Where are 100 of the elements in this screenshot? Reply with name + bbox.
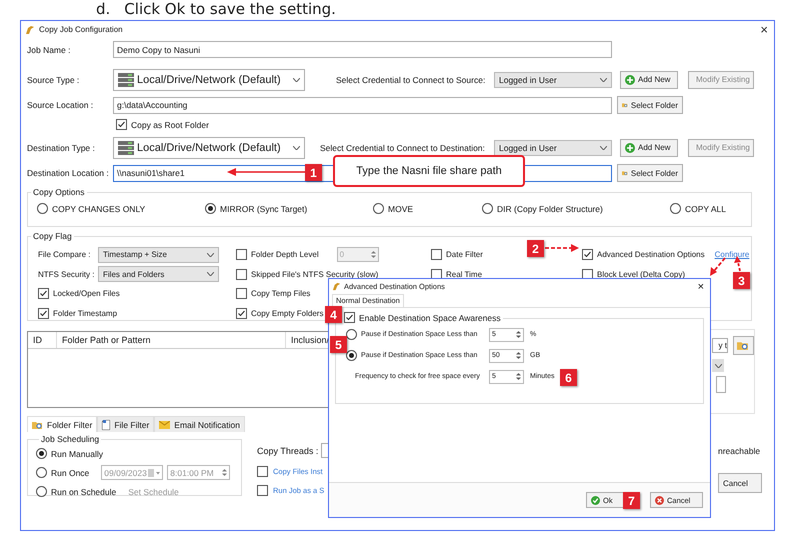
radio-button[interactable] xyxy=(205,203,216,214)
cancel-button[interactable]: Cancel xyxy=(718,473,762,493)
checkbox[interactable] xyxy=(236,288,247,300)
instruction-text: Click Ok to save the setting. xyxy=(124,0,336,20)
text-field[interactable]: y t xyxy=(712,338,728,353)
radio-button[interactable] xyxy=(36,467,47,478)
type-dropdown[interactable]: Local/Drive/Network (Default) xyxy=(113,136,305,158)
tab[interactable]: File Filter xyxy=(97,416,154,432)
radio-button[interactable] xyxy=(482,203,493,214)
app-icon xyxy=(25,24,35,34)
checkbox[interactable] xyxy=(236,249,247,260)
callout-box: Type the Nasni file share path xyxy=(333,155,525,187)
spinner-arrows-icon xyxy=(516,351,521,360)
credential-dropdown[interactable]: Logged in User xyxy=(494,72,612,88)
close-button[interactable]: × xyxy=(698,280,704,292)
chevron-icon xyxy=(293,78,300,82)
checkbox[interactable] xyxy=(38,288,49,300)
dropdown[interactable]: Files and Folders xyxy=(98,266,219,282)
select-folder-button[interactable]: Select Folder xyxy=(617,96,683,114)
radio-button[interactable] xyxy=(346,329,357,340)
checkbox-label: Enable Destination Space Awareness xyxy=(359,312,501,322)
type-dropdown[interactable]: Local/Drive/Network (Default) xyxy=(113,68,305,90)
tab[interactable]: Email Notification xyxy=(154,416,245,432)
radio-label: DIR (Copy Folder Structure) xyxy=(497,204,603,214)
radio-label: Run Manually xyxy=(51,448,103,458)
radio-button[interactable] xyxy=(36,448,47,459)
configure-link[interactable]: Configure xyxy=(714,250,750,260)
checkbox[interactable] xyxy=(257,466,268,477)
checkbox[interactable] xyxy=(257,485,268,496)
credential-label: Select Credential to Connect to Source: xyxy=(336,74,486,84)
close-button[interactable]: × xyxy=(760,22,768,37)
plus-icon xyxy=(625,142,635,152)
spinner-arrows-icon xyxy=(516,330,521,339)
add-new-button[interactable]: Add New xyxy=(620,138,678,156)
checkbox-label: Copy Temp Files xyxy=(251,289,310,298)
radio-label: Run Once xyxy=(51,468,90,478)
envelope-icon xyxy=(159,420,170,428)
radio-button[interactable] xyxy=(373,203,384,214)
server-icon xyxy=(118,140,134,154)
checkbox[interactable] xyxy=(431,268,442,280)
checkbox-label: Date Filter xyxy=(446,250,483,260)
folder-search-icon xyxy=(32,420,43,430)
folder-search-icon xyxy=(737,340,749,351)
chevron-icon xyxy=(714,364,722,368)
radio-label: MIRROR (Sync Target) xyxy=(220,204,308,214)
group-title: Job Scheduling xyxy=(40,434,100,444)
checkbox[interactable] xyxy=(582,249,593,260)
step-badge: 2 xyxy=(527,240,544,257)
checkbox-label: Folder Depth Level xyxy=(251,250,319,260)
checkbox-label: Folder Timestamp xyxy=(53,308,118,318)
chevron-icon xyxy=(293,146,300,150)
radio-button[interactable] xyxy=(37,203,48,214)
checkbox-label: Real Time xyxy=(446,270,482,279)
checkbox[interactable] xyxy=(431,249,442,260)
checkbox[interactable] xyxy=(582,268,593,280)
field-label: NTFS Security : xyxy=(38,270,94,279)
checkbox[interactable] xyxy=(38,308,49,319)
step-badge: 1 xyxy=(305,164,322,181)
job-name-field[interactable]: Demo Copy to Nasuni xyxy=(113,41,612,58)
field-label: Destination Location : xyxy=(27,168,110,178)
radio-button[interactable] xyxy=(346,350,357,361)
spinner-arrows-icon xyxy=(516,372,521,381)
radio-label: Run on Schedule xyxy=(51,486,116,496)
field-label: File Compare : xyxy=(38,250,92,260)
tab[interactable]: Folder Filter xyxy=(27,416,98,432)
checkbox[interactable] xyxy=(344,312,355,323)
location-field[interactable]: g:\data\Accounting xyxy=(113,96,612,114)
checkbox-label: Copy Empty Folders xyxy=(251,308,324,318)
group-title: Copy Flag xyxy=(32,231,73,241)
column-header: Folder Path or Pattern xyxy=(57,332,286,348)
chevron-icon xyxy=(600,146,607,150)
file-icon xyxy=(102,420,110,430)
calendar-icon xyxy=(148,468,160,476)
dropdown[interactable]: Timestamp + Size xyxy=(98,246,219,263)
select-folder-button[interactable]: Select Folder xyxy=(617,164,683,182)
dropdown[interactable] xyxy=(712,359,724,372)
spinner-arrows-icon xyxy=(370,250,376,260)
checkbox-label: Block Level (Delta Copy) xyxy=(597,270,686,279)
add-new-button[interactable]: Add New xyxy=(620,70,678,88)
option-label: nreachable xyxy=(718,446,760,456)
checkbox[interactable] xyxy=(236,308,247,319)
field-label: Source Location : xyxy=(27,100,94,110)
radio-button[interactable] xyxy=(670,203,681,214)
checkbox[interactable] xyxy=(116,119,127,130)
radio-label: COPY ALL xyxy=(685,204,726,214)
step-badge: 4 xyxy=(325,306,342,323)
browse-button[interactable] xyxy=(733,336,754,355)
checkbox[interactable] xyxy=(236,268,247,280)
chevron-icon xyxy=(207,252,214,257)
arrow xyxy=(710,257,726,276)
server-icon xyxy=(118,72,134,86)
plus-icon xyxy=(625,74,635,84)
input-field[interactable] xyxy=(716,376,726,393)
checkbox-label: Skipped File's NTFS Security (slow) xyxy=(251,270,378,279)
field-label: Job Name : xyxy=(27,44,72,54)
credential-dropdown[interactable]: Logged in User xyxy=(494,140,612,156)
credential-label: Select Credential to Connect to Destination: xyxy=(320,142,486,152)
chevron-icon xyxy=(207,272,214,276)
radio-button[interactable] xyxy=(36,486,47,497)
spinner-arrows-icon xyxy=(222,468,228,477)
